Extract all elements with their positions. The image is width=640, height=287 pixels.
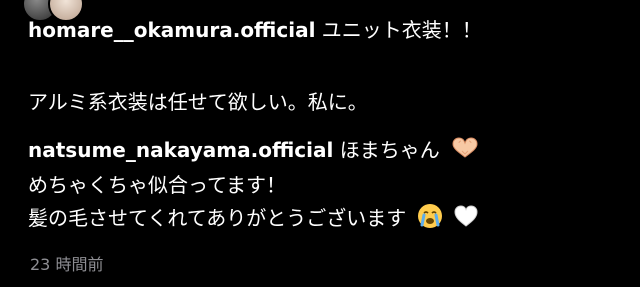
comment-text: ユニット衣装！！ — [321, 18, 482, 42]
crying-face-icon — [417, 203, 443, 236]
white-heart-icon — [453, 204, 479, 235]
heart-hands-icon — [450, 137, 480, 166]
comment-text: ほまちゃん — [339, 138, 440, 162]
comment-username[interactable]: homare__okamura.official — [28, 18, 315, 42]
comment-2-line-3: 髪の毛させてくれてありがとうございます — [28, 203, 479, 236]
comment-1-line-2: アルミ系衣装は任せて欲しい。私に。 — [28, 88, 368, 116]
comment-text: アルミ系衣装は任せて欲しい。私に。 — [28, 90, 368, 114]
comment-2-line-2: めちゃくちゃ似合ってます！ — [28, 171, 286, 199]
comment-text: めちゃくちゃ似合ってます！ — [28, 173, 286, 197]
comment-username[interactable]: natsume_nakayama.official — [28, 138, 333, 162]
comment-2-line-1: natsume_nakayama.official ほまちゃん — [28, 136, 480, 166]
comment-1-line-1: homare__okamura.official ユニット衣装！！ — [28, 16, 482, 44]
comment-timestamp: 23 時間前 — [30, 255, 104, 274]
comment-text: 髪の毛させてくれてありがとうございます — [28, 206, 407, 230]
